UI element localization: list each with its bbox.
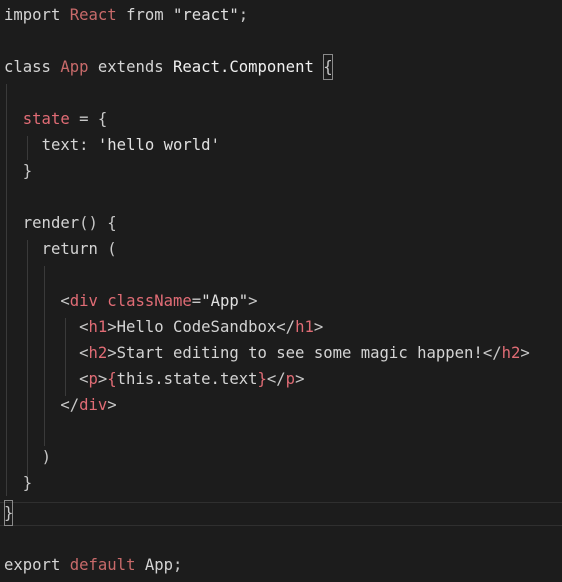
jsx-text: Start editing to see some magic happen! [116, 344, 483, 362]
brace-open: { [97, 110, 108, 128]
base-class: React.Component [173, 58, 314, 76]
tag-bracket: </ [276, 318, 296, 336]
code-line-7: } [4, 158, 32, 184]
tag-bracket: > [248, 292, 258, 310]
tag-h1-close: h1 [295, 318, 314, 336]
paren-open: ( [107, 240, 117, 258]
code-line-10: return ( [4, 236, 117, 262]
code-editor[interactable]: import React from "react"; class App ext… [0, 0, 562, 582]
method-render: render [22, 214, 80, 232]
identifier-react: React [69, 6, 117, 24]
keyword-class: class [4, 58, 51, 76]
tag-bracket: > [107, 318, 117, 336]
keyword-export: export [4, 556, 61, 574]
code-line-5: state = { [4, 106, 108, 132]
object-key-text: text [41, 136, 80, 154]
tag-bracket: < [79, 318, 89, 336]
tag-p: p [88, 370, 98, 388]
code-line-1: import React from "react"; [4, 2, 248, 28]
tag-h2-close: h2 [501, 344, 521, 362]
code-line-15: <p>{this.state.text}</p> [4, 366, 304, 392]
semicolon: ; [173, 556, 183, 574]
tag-bracket: </ [266, 370, 286, 388]
jsx-expression: this.state.text [116, 370, 258, 388]
property-state: state [22, 110, 70, 128]
attr-value: "App" [201, 292, 249, 310]
brace-close: } [22, 474, 33, 492]
paren-close: ) [41, 448, 51, 466]
jsx-expr-open: { [107, 370, 117, 388]
code-line-14: <h2>Start editing to see some magic happ… [4, 340, 530, 366]
tag-bracket: </ [482, 344, 502, 362]
tag-bracket: > [107, 396, 117, 414]
tag-div: div [69, 292, 98, 310]
jsx-text: Hello CodeSandbox [116, 318, 277, 336]
code-line-16: </div> [4, 392, 117, 418]
assign-operator: = [69, 110, 98, 128]
attr-classname: className [107, 292, 192, 310]
keyword-from: from [126, 6, 164, 24]
string-react: "react" [173, 6, 239, 24]
code-line-20: } [4, 500, 14, 526]
tag-h1: h1 [88, 318, 108, 336]
tag-bracket: </ [60, 396, 80, 414]
tag-bracket: > [107, 344, 117, 362]
code-line-6: text: 'hello world' [4, 132, 220, 158]
method-signature: () { [79, 214, 117, 232]
code-line-19: } [4, 470, 32, 496]
code-line-12: <div className="App"> [4, 288, 258, 314]
tag-p-close: p [285, 370, 296, 388]
code-line-13: <h1>Hello CodeSandbox</h1> [4, 314, 323, 340]
tag-bracket: > [295, 370, 305, 388]
semicolon: ; [238, 6, 249, 24]
brace-close: } [22, 162, 33, 180]
tag-bracket: > [520, 344, 530, 362]
attr-equals: = [191, 292, 202, 310]
keyword-default: default [69, 556, 136, 574]
code-line-3: class App extends React.Component { [4, 54, 333, 80]
matched-bracket-open: { [323, 54, 333, 80]
tag-bracket: > [313, 318, 324, 336]
class-name: App [60, 58, 89, 76]
keyword-import: import [4, 6, 61, 24]
string-hello-world: 'hello world' [97, 136, 220, 154]
code-line-9: render() { [4, 210, 117, 236]
tag-bracket: > [97, 370, 108, 388]
keyword-extends: extends [97, 58, 164, 76]
keyword-return: return [41, 240, 98, 258]
tag-div-close: div [79, 396, 108, 414]
jsx-expr-close: } [257, 370, 267, 388]
export-name: App [144, 556, 174, 574]
code-line-18: ) [4, 444, 51, 470]
code-line-22: export default App; [4, 552, 182, 578]
colon: : [79, 136, 89, 154]
tag-bracket: < [79, 370, 89, 388]
tag-bracket: < [60, 292, 70, 310]
tag-h2: h2 [88, 344, 108, 362]
tag-bracket: < [79, 344, 89, 362]
matched-bracket-close: } [4, 500, 14, 526]
current-line-highlight [0, 502, 562, 526]
